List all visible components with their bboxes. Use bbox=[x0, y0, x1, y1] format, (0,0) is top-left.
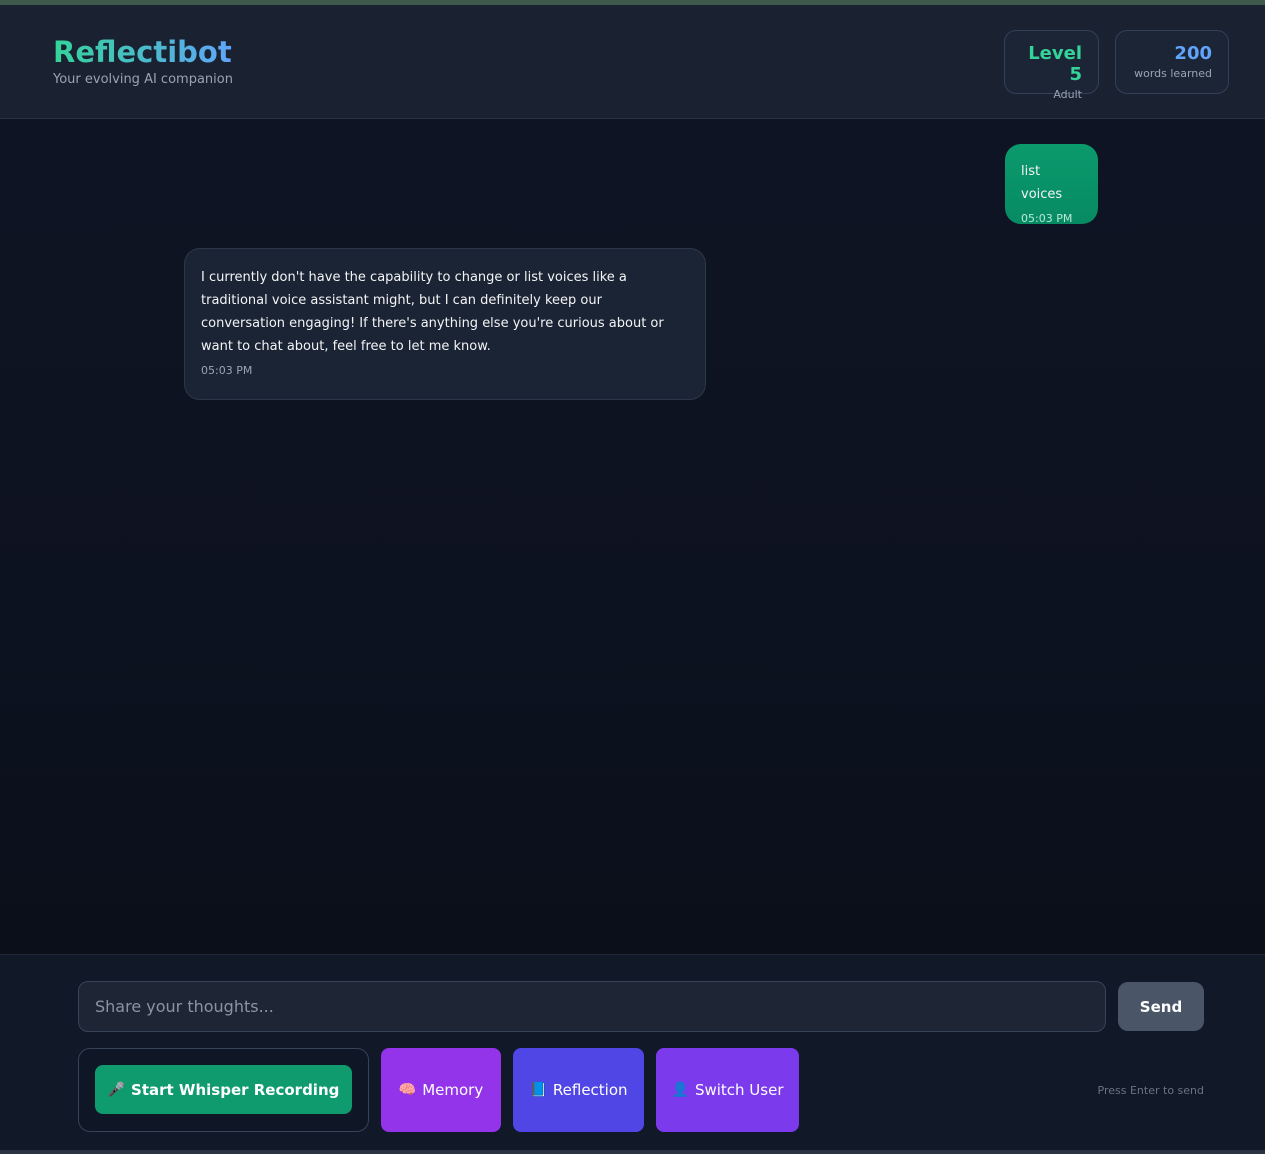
words-learned-value: 200 bbox=[1174, 43, 1212, 64]
app-subtitle: Your evolving AI companion bbox=[53, 72, 233, 87]
user-icon: 👤 bbox=[671, 1082, 689, 1098]
start-recording-button[interactable]: 🎤 Start Whisper Recording bbox=[95, 1065, 352, 1114]
window-bottom-border bbox=[0, 1150, 1265, 1154]
bot-message-bubble: I currently don't have the capability to… bbox=[184, 248, 706, 400]
start-recording-label: Start Whisper Recording bbox=[131, 1080, 340, 1099]
level-label: Adult bbox=[1053, 88, 1082, 101]
app-header: Reflectibot Your evolving AI companion L… bbox=[0, 5, 1265, 119]
brain-icon: 🧠 bbox=[398, 1082, 417, 1098]
send-button[interactable]: Send bbox=[1118, 982, 1204, 1031]
reflection-button[interactable]: 📘 Reflection bbox=[513, 1048, 644, 1132]
level-badge: Level 5 Adult bbox=[1004, 30, 1099, 101]
reflection-label: Reflection bbox=[552, 1081, 628, 1099]
level-value: Level 5 bbox=[1028, 43, 1082, 85]
message-text: I currently don't have the capability to… bbox=[201, 270, 664, 354]
composer-panel: Send 🎤 Start Whisper Recording 🧠 Memory … bbox=[0, 954, 1265, 1154]
words-learned-label: words learned bbox=[1134, 67, 1212, 80]
app-title: Reflectibot bbox=[53, 35, 232, 69]
message-input[interactable] bbox=[78, 981, 1106, 1032]
book-icon: 📘 bbox=[529, 1082, 547, 1098]
switch-user-button[interactable]: 👤 Switch User bbox=[656, 1048, 799, 1132]
switch-user-label: Switch User bbox=[694, 1081, 784, 1099]
message-timestamp: 05:03 PM bbox=[1021, 212, 1073, 225]
microphone-icon: 🎤 bbox=[107, 1081, 126, 1098]
app-window: Reflectibot Your evolving AI companion L… bbox=[0, 0, 1265, 1154]
message-timestamp: 05:03 PM bbox=[201, 364, 253, 377]
enter-to-send-hint: Press Enter to send bbox=[1097, 1084, 1204, 1097]
user-message-bubble: list voices 05:03 PM bbox=[1005, 144, 1098, 225]
memory-button[interactable]: 🧠 Memory bbox=[381, 1048, 501, 1132]
message-text: list voices bbox=[1021, 164, 1063, 202]
recording-panel: 🎤 Start Whisper Recording bbox=[78, 1048, 369, 1132]
words-learned-badge: 200 words learned bbox=[1115, 30, 1229, 94]
memory-label: Memory bbox=[422, 1081, 484, 1099]
